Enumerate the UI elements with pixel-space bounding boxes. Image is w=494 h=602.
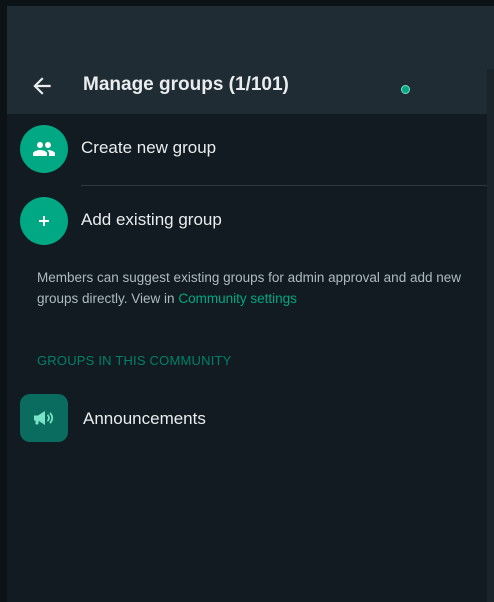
- adjacent-pane-edge: [487, 69, 494, 602]
- megaphone-icon: [34, 411, 54, 425]
- create-new-group-button[interactable]: Create new group: [7, 116, 487, 182]
- divider: [81, 185, 487, 186]
- announcements-avatar: [20, 394, 68, 442]
- page-title: Manage groups (1/101): [83, 74, 289, 95]
- group-item-announcements[interactable]: Announcements: [7, 385, 487, 453]
- group-name: Announcements: [83, 409, 206, 428]
- status-dot: [401, 85, 410, 94]
- panel-header: Manage groups (1/101): [7, 60, 487, 114]
- community-info-text: Members can suggest existing groups for …: [37, 267, 467, 309]
- community-settings-link[interactable]: Community settings: [178, 291, 297, 306]
- manage-groups-panel: Manage groups (1/101) Create new group A…: [7, 60, 487, 602]
- people-icon: [33, 142, 55, 156]
- back-button[interactable]: [29, 73, 55, 99]
- groups-section-heading: GROUPS IN THIS COMMUNITY: [37, 353, 232, 368]
- create-new-group-label: Create new group: [81, 138, 217, 157]
- add-existing-group-label: Add existing group: [81, 210, 222, 229]
- add-group-avatar: [20, 197, 68, 245]
- add-existing-group-button[interactable]: Add existing group: [7, 188, 487, 254]
- arrow-left-icon: [33, 77, 51, 95]
- create-group-avatar: [20, 125, 68, 173]
- app-window: Manage groups (1/101) Create new group A…: [0, 0, 494, 602]
- plus-icon: [39, 216, 49, 226]
